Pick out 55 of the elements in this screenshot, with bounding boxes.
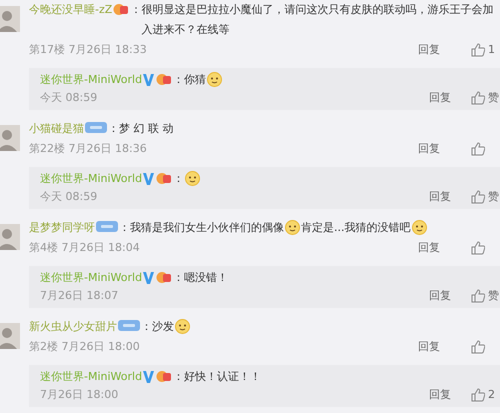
thumbs-up-icon[interactable] — [471, 190, 485, 204]
thumbs-up-icon[interactable] — [471, 340, 485, 354]
thumbs-up-icon[interactable] — [471, 241, 485, 255]
reply-time: 7月26日 18:07 — [40, 288, 120, 304]
reply-link[interactable]: 回复 — [429, 287, 451, 304]
reply-time: 今天 08:59 — [40, 90, 98, 106]
comment-text: 你猜 — [184, 73, 206, 86]
comment-text: 嗯没错！ — [184, 271, 228, 284]
separator: ： — [173, 271, 184, 284]
thumbs-up-icon[interactable] — [471, 142, 485, 156]
thumbs-up-icon[interactable] — [471, 288, 485, 302]
comment-meta: 第2楼 7月26日 18:00 — [29, 339, 141, 355]
username[interactable]: 今晚还没早睡-zZ — [29, 0, 112, 20]
emoji-icon — [412, 220, 426, 236]
emoji-icon — [207, 72, 222, 88]
reply-link[interactable]: 回复 — [418, 40, 440, 60]
thumbs-up-icon[interactable] — [471, 43, 485, 57]
separator: ： — [141, 319, 152, 335]
reply-time: 今天 08:59 — [40, 189, 98, 205]
reply-link[interactable]: 回复 — [429, 188, 451, 205]
separator: ： — [130, 2, 142, 18]
emoji-icon — [185, 171, 200, 186]
like-count: 1 — [488, 42, 496, 58]
comment-text: 很明显这是巴拉拉小魔仙了，请问这次只有皮肤的联动吗，游乐王子会加入进来不？在线等 — [141, 3, 494, 36]
thumbs-up-icon[interactable] — [471, 90, 485, 104]
reply-link[interactable]: 回复 — [418, 238, 440, 258]
comment-text: 好快！认证！！ — [184, 370, 262, 383]
separator: ： — [173, 172, 184, 185]
reply-link[interactable]: 回复 — [429, 89, 451, 106]
separator: ： — [119, 220, 130, 236]
emoji-icon — [285, 220, 300, 236]
like-label[interactable]: 赞 — [488, 188, 500, 205]
emoji-icon — [175, 319, 190, 334]
comment-text: 梦 幻 联 动 — [119, 122, 174, 135]
like-label[interactable]: 2 — [488, 386, 500, 403]
reply-link[interactable]: 回复 — [418, 139, 440, 159]
comment-text: 沙发 — [152, 320, 174, 333]
separator: ： — [108, 121, 119, 137]
comment-text: 我猜是我们女生小伙伴们的偶像 — [130, 221, 284, 234]
avatar-icon[interactable] — [0, 6, 20, 32]
reply-time: 7月26日 18:00 — [40, 387, 120, 403]
avatar-icon[interactable] — [0, 224, 20, 250]
avatar-icon[interactable] — [0, 323, 20, 349]
comment-meta: 第17楼 7月26日 18:33 — [29, 42, 148, 58]
like-label[interactable]: 赞 — [488, 287, 500, 304]
like-label[interactable]: 赞 — [488, 89, 500, 106]
comment-meta: 第22楼 7月26日 18:36 — [29, 141, 148, 157]
reply-link[interactable]: 回复 — [418, 337, 440, 357]
comment-text: 肯定是...我猜的没错吧 — [301, 221, 410, 234]
separator: ： — [173, 370, 184, 383]
comment-meta: 第4楼 7月26日 18:04 — [29, 240, 141, 256]
reply-link[interactable]: 回复 — [429, 386, 451, 403]
avatar-icon[interactable] — [0, 125, 20, 151]
separator: ： — [173, 73, 184, 86]
thumbs-up-icon[interactable] — [471, 388, 485, 402]
